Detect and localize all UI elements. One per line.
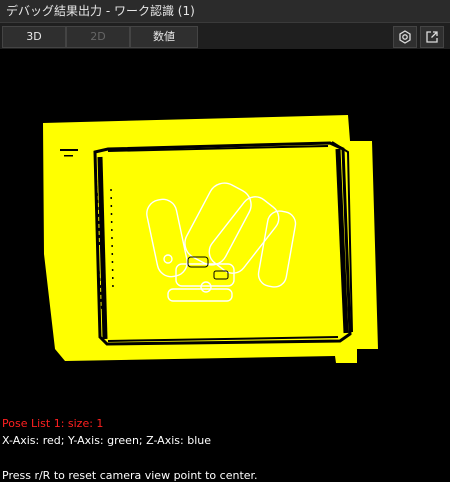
tab-3d[interactable]: 3D [2,26,66,48]
point-cloud [43,115,378,363]
settings-button[interactable] [393,26,417,48]
external-link-icon [426,31,438,43]
pose-list-label: Pose List 1: size: 1 [2,417,104,430]
axis-legend: X-Axis: red; Y-Axis: green; Z-Axis: blue [2,434,211,447]
open-external-button[interactable] [420,26,444,48]
toolbar: 3D 2D 数値 [0,22,450,49]
3d-viewport[interactable]: Pose List 1: size: 1 X-Axis: red; Y-Axis… [0,49,450,482]
settings-icon [399,30,411,44]
reset-hint: Press r/R to reset camera view point to … [2,469,258,482]
tab-2d[interactable]: 2D [66,26,130,48]
window-title-bar: デバッグ結果出力 - ワーク認識 (1) [0,0,450,22]
tab-numeric[interactable]: 数値 [130,26,198,48]
window-title: デバッグ結果出力 - ワーク認識 (1) [6,4,195,18]
